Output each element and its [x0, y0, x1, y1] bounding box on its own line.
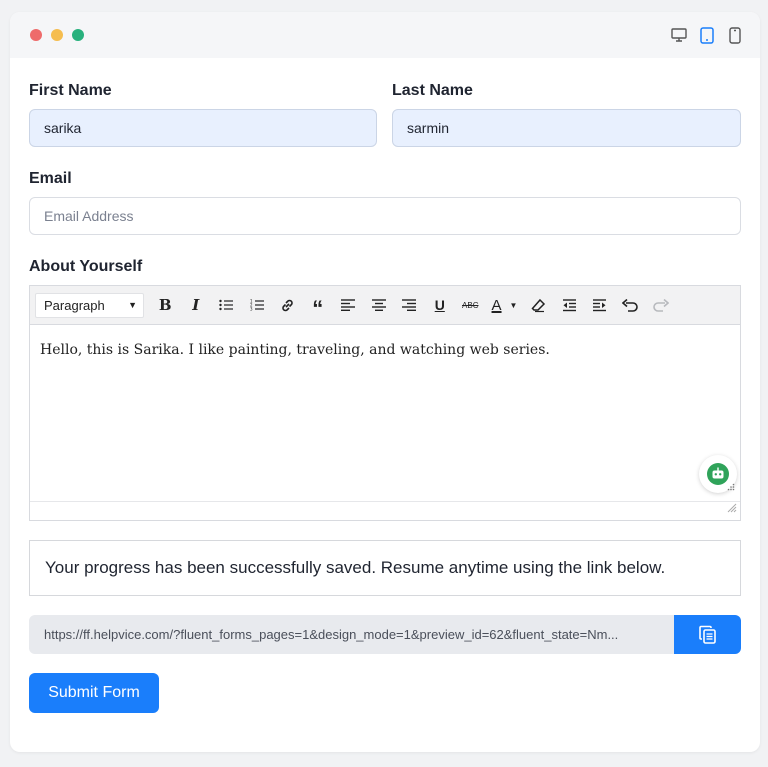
first-name-value: sarika — [44, 120, 82, 136]
last-name-input[interactable]: sarmin — [392, 109, 741, 147]
minimize-dot[interactable] — [51, 29, 63, 41]
align-center-icon[interactable] — [364, 290, 395, 320]
align-left-icon[interactable] — [333, 290, 364, 320]
editor-content-area[interactable]: Hello, this is Sarika. I like painting, … — [30, 325, 740, 501]
text-color-icon[interactable]: A ▼ — [486, 290, 524, 320]
desktop-icon[interactable] — [670, 26, 688, 44]
resize-handle-icon[interactable] — [727, 500, 737, 518]
last-name-label: Last Name — [392, 82, 473, 99]
strikethrough-icon[interactable]: ABC — [455, 290, 486, 320]
save-progress-message: Your progress has been successfully save… — [45, 558, 666, 577]
clear-format-icon[interactable] — [524, 290, 555, 320]
svg-text:3: 3 — [250, 307, 253, 312]
bullet-list-icon[interactable] — [211, 290, 242, 320]
redo-icon[interactable] — [646, 290, 677, 320]
submit-button-label: Submit Form — [48, 684, 140, 701]
last-name-value: sarmin — [407, 120, 450, 136]
outdent-icon[interactable] — [554, 290, 585, 320]
rich-text-editor: Paragraph ▼ B I 123 “ U ABC A ▼ Hello, t… — [29, 285, 741, 521]
editor-paragraph: Hello, this is Sarika. I like painting, … — [40, 342, 550, 358]
email-placeholder: Email Address — [44, 208, 134, 224]
numbered-list-icon[interactable]: 123 — [242, 290, 273, 320]
undo-icon[interactable] — [615, 290, 646, 320]
copy-icon — [698, 625, 716, 644]
blockquote-icon[interactable]: “ — [303, 290, 334, 321]
underline-icon[interactable]: U — [425, 290, 456, 320]
save-progress-notice: Your progress has been successfully save… — [29, 540, 741, 596]
email-input[interactable]: Email Address — [29, 197, 741, 235]
editor-toolbar: Paragraph ▼ B I 123 “ U ABC A ▼ — [30, 286, 740, 325]
bold-icon[interactable]: B — [150, 290, 181, 320]
first-name-input[interactable]: sarika — [29, 109, 377, 147]
form-preview-window: First Name sarika Last Name sarmin Email… — [10, 12, 760, 752]
editor-statusbar — [30, 501, 740, 521]
align-right-icon[interactable] — [394, 290, 425, 320]
maximize-dot[interactable] — [72, 29, 84, 41]
about-label: About Yourself — [29, 258, 143, 275]
resume-link-box: https://ff.helpvice.com/?fluent_forms_pa… — [29, 615, 741, 654]
resume-link-text: https://ff.helpvice.com/?fluent_forms_pa… — [44, 627, 619, 642]
format-select[interactable]: Paragraph ▼ — [35, 292, 144, 318]
submit-button[interactable]: Submit Form — [29, 673, 159, 713]
window-controls — [30, 29, 84, 41]
email-label: Email — [29, 170, 72, 187]
resume-link-field[interactable]: https://ff.helpvice.com/?fluent_forms_pa… — [29, 615, 674, 654]
tablet-icon[interactable] — [698, 26, 716, 44]
grammar-assistant-icon[interactable] — [699, 455, 737, 493]
link-icon[interactable] — [272, 290, 303, 320]
indent-icon[interactable] — [585, 290, 616, 320]
first-name-label: First Name — [29, 82, 112, 99]
close-dot[interactable] — [30, 29, 42, 41]
mobile-icon[interactable] — [726, 26, 744, 44]
window-topbar — [10, 12, 760, 58]
chevron-down-icon: ▼ — [128, 300, 137, 310]
italic-icon[interactable]: I — [181, 290, 212, 320]
device-switcher — [670, 26, 744, 44]
format-select-value: Paragraph — [44, 297, 105, 313]
copy-link-button[interactable] — [674, 615, 741, 654]
